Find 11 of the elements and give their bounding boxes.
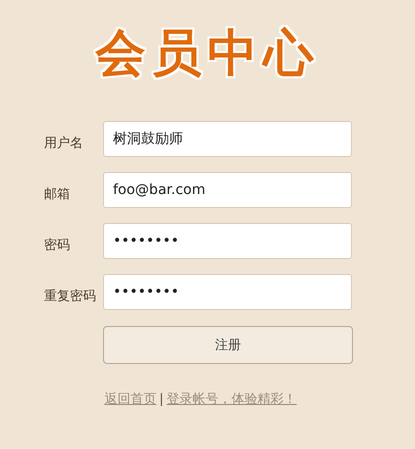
page-title: 会员中心 [96,23,320,84]
register-button[interactable]: 注册 [103,326,353,364]
separator: | [159,392,164,407]
input-field[interactable]: •••••••• [103,274,352,310]
input-field[interactable]: foo@bar.com [103,172,352,208]
field-label: 重复密码 [43,288,97,305]
field-label: 邮箱 [43,186,71,203]
input-field[interactable]: •••••••• [103,223,352,259]
input-field[interactable]: 树洞鼓励师 [103,121,352,157]
field-label: 用户名 [43,135,84,152]
field-label: 密码 [43,237,71,254]
